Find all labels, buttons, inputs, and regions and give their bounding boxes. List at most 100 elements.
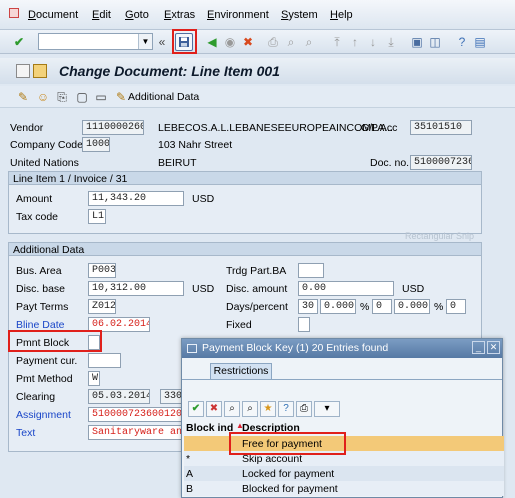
bus-area-field[interactable]: P003: [88, 263, 116, 278]
menu-extras[interactable]: Extras: [164, 9, 195, 21]
menu-environment[interactable]: Environment: [207, 9, 269, 21]
favorites-icon[interactable]: ★: [260, 401, 276, 417]
vendor-field[interactable]: 1110000260: [82, 120, 144, 135]
cancel-icon[interactable]: ✖: [206, 401, 222, 417]
pmt-method-field[interactable]: W: [88, 371, 100, 386]
enter-check-icon[interactable]: ✔: [10, 33, 28, 51]
disc-amount-currency: USD: [402, 283, 425, 295]
command-field[interactable]: ▼: [38, 33, 153, 50]
payment-block-popup: Payment Block Key (1) 20 Entries found _…: [181, 338, 504, 498]
minimize-icon[interactable]: _: [472, 341, 485, 354]
print-icon[interactable]: ⎙: [296, 401, 312, 417]
info-icon[interactable]: ?: [278, 401, 294, 417]
exit-icon[interactable]: ◉: [221, 33, 239, 51]
menu-system[interactable]: System: [281, 9, 318, 21]
company-code-label: Company Code: [10, 139, 83, 151]
assignment-label[interactable]: Assignment: [16, 409, 71, 421]
percent1-sign: %: [360, 301, 370, 313]
popup-title-bar: Payment Block Key (1) 20 Entries found _…: [182, 339, 502, 358]
days2-field[interactable]: 0: [372, 299, 392, 314]
table-row-blocked[interactable]: B Blocked for payment: [184, 481, 504, 496]
days-percent-label: Days/percent: [226, 301, 288, 313]
lock-icon: [33, 64, 47, 78]
sap-logo-icon[interactable]: [9, 8, 19, 18]
find-next-icon[interactable]: ⌕: [242, 401, 258, 417]
chevron-down-icon[interactable]: ▼: [138, 34, 152, 49]
free-for-payment-highlight: [229, 432, 346, 455]
popup-tab-strip: [182, 379, 502, 380]
row-key: A: [186, 468, 194, 480]
layout-menu-icon[interactable]: ▤: [471, 33, 489, 51]
edit-icon[interactable]: ✎: [14, 88, 32, 106]
new-session-icon[interactable]: ▣: [408, 33, 426, 51]
menu-document[interactable]: Document: [28, 9, 78, 21]
tab-restrictions[interactable]: Restrictions: [210, 363, 272, 379]
payt-terms-field[interactable]: Z012: [88, 299, 116, 314]
first-page-icon[interactable]: ⤒: [328, 33, 346, 51]
close-icon[interactable]: ✕: [487, 341, 500, 354]
print-icon[interactable]: ⎙: [264, 33, 282, 51]
payment-currency-field[interactable]: [88, 353, 121, 368]
line-item-header: Line Item 1 / Invoice / 31: [9, 172, 481, 185]
document-icon: [16, 64, 30, 78]
find-icon[interactable]: ⌕: [282, 33, 300, 51]
days1-field[interactable]: 30: [298, 299, 318, 314]
trdg-part-label: Trdg Part.BA: [226, 265, 287, 277]
previous-page-icon[interactable]: ↑: [346, 33, 364, 51]
company-code-field[interactable]: 1000: [82, 137, 110, 152]
trdg-part-field[interactable]: [298, 263, 324, 278]
table-row-locked[interactable]: A Locked for payment: [184, 466, 504, 481]
document-overview-icon[interactable]: ⎘: [53, 88, 71, 106]
cancel-icon[interactable]: ✖: [239, 33, 257, 51]
additional-data-button[interactable]: Additional Data: [128, 91, 199, 103]
find-icon[interactable]: ⌕: [224, 401, 240, 417]
amount-field[interactable]: 11,343.20: [88, 191, 184, 206]
next-page-icon[interactable]: ↓: [364, 33, 382, 51]
back-icon[interactable]: ◀: [203, 33, 221, 51]
clearing-doc-field: 330: [160, 389, 182, 404]
amount-currency: USD: [192, 193, 215, 205]
page-title: Change Document: Line Item 001: [59, 63, 280, 79]
bus-area-label: Bus. Area: [16, 265, 62, 277]
disc-amount-field[interactable]: 0.00: [298, 281, 394, 296]
doc-no-field[interactable]: 5100007236: [410, 155, 472, 170]
text-label[interactable]: Text: [16, 427, 35, 439]
disc-base-label: Disc. base: [16, 283, 66, 295]
popup-title: Payment Block Key (1) 20 Entries found: [202, 342, 389, 354]
display-document-icon[interactable]: ▭: [92, 88, 110, 106]
assignment-field[interactable]: 510000723600120: [88, 407, 182, 422]
menu-goto[interactable]: Goto: [125, 9, 149, 21]
confirm-check-icon[interactable]: ✔: [188, 401, 204, 417]
gl-account-field[interactable]: 35101510: [410, 120, 472, 135]
text-field[interactable]: Sanitaryware and plu: [88, 425, 182, 440]
users-icon[interactable]: ☺: [34, 88, 52, 106]
save-highlight: [172, 29, 197, 54]
pmnt-block-highlight: [8, 330, 102, 352]
help-icon[interactable]: ?: [453, 33, 471, 51]
fixed-field[interactable]: [298, 317, 310, 332]
days3-field[interactable]: 0: [446, 299, 466, 314]
gl-account-label: G/L Acc: [361, 122, 398, 134]
disc-base-field[interactable]: 10,312.00: [88, 281, 184, 296]
column-block-ind[interactable]: Block ind: [186, 422, 233, 434]
amount-label: Amount: [16, 193, 53, 205]
disc-base-currency: USD: [192, 283, 215, 295]
payment-currency-label: Payment cur.: [16, 355, 78, 367]
tax-code-field[interactable]: L1: [88, 209, 106, 224]
popup-toolbar: ✔ ✖ ⌕ ⌕ ★ ? ⎙ ▾: [186, 400, 342, 418]
print-options-dropdown[interactable]: ▾: [314, 401, 340, 417]
shortcut-icon[interactable]: ◫: [426, 33, 444, 51]
fixed-label: Fixed: [226, 319, 252, 331]
last-page-icon[interactable]: ⤓: [382, 33, 400, 51]
find-next-icon[interactable]: ⌕: [300, 33, 318, 51]
country-text: United Nations: [10, 157, 79, 169]
row-description: Locked for payment: [242, 468, 335, 480]
pmt-method-label: Pmt Method: [16, 373, 73, 385]
create-document-icon[interactable]: ▢: [73, 88, 91, 106]
collapse-icon[interactable]: «: [156, 33, 168, 51]
row-key: B: [186, 483, 194, 495]
menu-help[interactable]: Help: [330, 9, 353, 21]
percent1-field[interactable]: 0.000: [320, 299, 356, 314]
percent2-field[interactable]: 0.000: [394, 299, 430, 314]
menu-edit[interactable]: Edit: [92, 9, 111, 21]
